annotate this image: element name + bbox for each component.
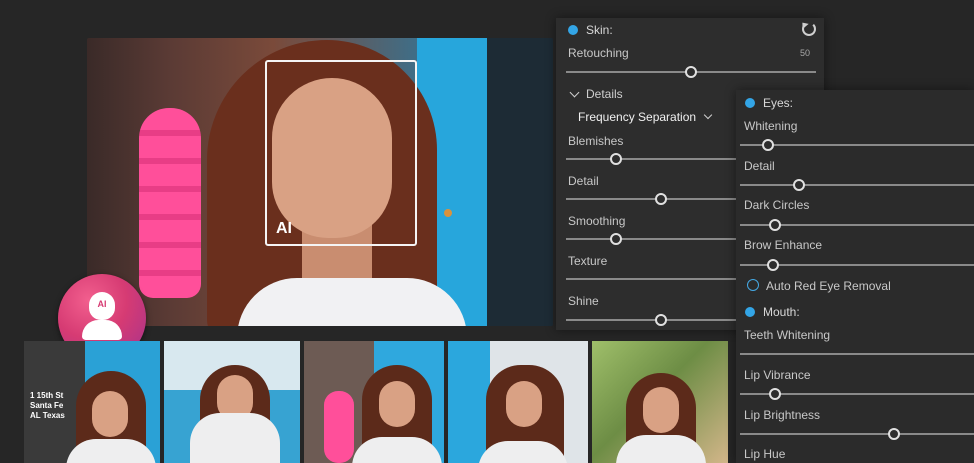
retouching-slider-knob[interactable] [685, 66, 697, 78]
eyes-enable-dot[interactable] [745, 98, 755, 108]
texture-label: Texture [568, 254, 608, 268]
thumbnail-5[interactable] [592, 341, 728, 463]
lip-vibrance-slider-knob[interactable] [769, 388, 782, 400]
eyes-detail-slider[interactable] [740, 179, 974, 191]
thumb-person-shirt [616, 435, 706, 463]
thumbnail-4[interactable] [448, 341, 588, 463]
ai-badge-head: AI [89, 292, 115, 320]
skin-section-header[interactable]: Skin: [568, 22, 820, 37]
shine-label: Shine [568, 294, 599, 308]
chevron-down-icon [569, 87, 580, 97]
ai-box-label: AI [276, 220, 292, 237]
skin-title: Skin: [586, 23, 613, 37]
smoothing-slider-knob[interactable] [610, 233, 622, 245]
main-photo: AI [87, 38, 553, 326]
dark-circles-slider[interactable] [740, 219, 974, 231]
blemishes-slider-knob[interactable] [610, 153, 622, 165]
lip-brightness-slider[interactable] [740, 428, 974, 440]
eyes-title: Eyes: [763, 96, 794, 110]
dark-circles-slider-knob[interactable] [769, 219, 782, 231]
skin-detail-label: Detail [568, 174, 599, 188]
ai-face-detection-box: AI [265, 60, 417, 246]
whitening-slider-knob[interactable] [762, 139, 775, 151]
lip-brightness-slider-knob[interactable] [888, 428, 901, 440]
retouching-slider[interactable] [566, 66, 816, 78]
mouth-section-header[interactable]: Mouth: [745, 305, 800, 319]
chevron-down-icon [703, 110, 713, 120]
retouching-label: Retouching [568, 46, 629, 60]
details-label: Details [586, 87, 623, 101]
retouch-method-dropdown[interactable]: Frequency Separation [578, 110, 713, 124]
thumbnail-strip: 1 15th St Santa Fe AL Texas [24, 341, 728, 463]
thumbnail-2[interactable] [164, 341, 300, 463]
shine-slider-knob[interactable] [655, 314, 667, 326]
lip-hue-label: Lip Hue [744, 447, 786, 461]
eyes-detail-slider-knob[interactable] [792, 179, 805, 191]
lip-vibrance-slider[interactable] [740, 388, 974, 400]
reset-icon[interactable] [802, 22, 816, 36]
auto-red-eye-label: Auto Red Eye Removal [766, 279, 891, 293]
blemishes-label: Blemishes [568, 134, 624, 148]
dark-circles-label: Dark Circles [744, 198, 810, 212]
ai-badge-label: AI [97, 299, 107, 309]
wall-dark [487, 38, 553, 326]
pink-ice-cream-sign [139, 108, 201, 298]
details-toggle[interactable]: Details [569, 87, 623, 101]
retouch-method-value: Frequency Separation [578, 110, 697, 124]
eyes-mouth-panel: Eyes: Whitening Detail Dark Circles Brow… [736, 90, 974, 463]
teeth-whitening-slider[interactable] [740, 353, 974, 355]
brow-enhance-slider-knob[interactable] [766, 259, 779, 271]
thumb-person-face [506, 381, 542, 427]
teeth-whitening-label: Teeth Whitening [744, 328, 831, 342]
eyes-detail-label: Detail [744, 159, 775, 173]
portrait-shirt [237, 278, 467, 326]
whitening-slider[interactable] [740, 139, 974, 151]
eyes-section-header[interactable]: Eyes: [745, 96, 793, 110]
brow-enhance-slider[interactable] [740, 259, 974, 271]
skin-detail-slider-knob[interactable] [655, 193, 667, 205]
lip-vibrance-label: Lip Vibrance [744, 368, 811, 382]
thumbnail-3[interactable] [304, 341, 444, 463]
skin-enable-dot[interactable] [568, 25, 578, 35]
mouth-title: Mouth: [763, 305, 800, 319]
thumbnail-1[interactable]: 1 15th St Santa Fe AL Texas [24, 341, 160, 463]
orange-marker [444, 209, 452, 217]
thumb-pink-sign [324, 391, 354, 463]
thumb-person-face [643, 387, 679, 433]
brow-enhance-label: Brow Enhance [744, 238, 823, 252]
ai-badge-body [82, 320, 122, 340]
thumb-person-face [379, 381, 415, 427]
thumb-person-face [92, 391, 128, 437]
retouching-value: 50 [800, 48, 811, 58]
lip-brightness-label: Lip Brightness [744, 408, 821, 422]
whitening-label: Whitening [744, 119, 798, 133]
auto-red-eye-radio[interactable] [747, 279, 759, 291]
smoothing-label: Smoothing [568, 214, 626, 228]
thumb-person-shirt [190, 413, 280, 463]
mouth-enable-dot[interactable] [745, 307, 755, 317]
thumbnail-sign-text: 1 15th St Santa Fe AL Texas [30, 391, 65, 420]
